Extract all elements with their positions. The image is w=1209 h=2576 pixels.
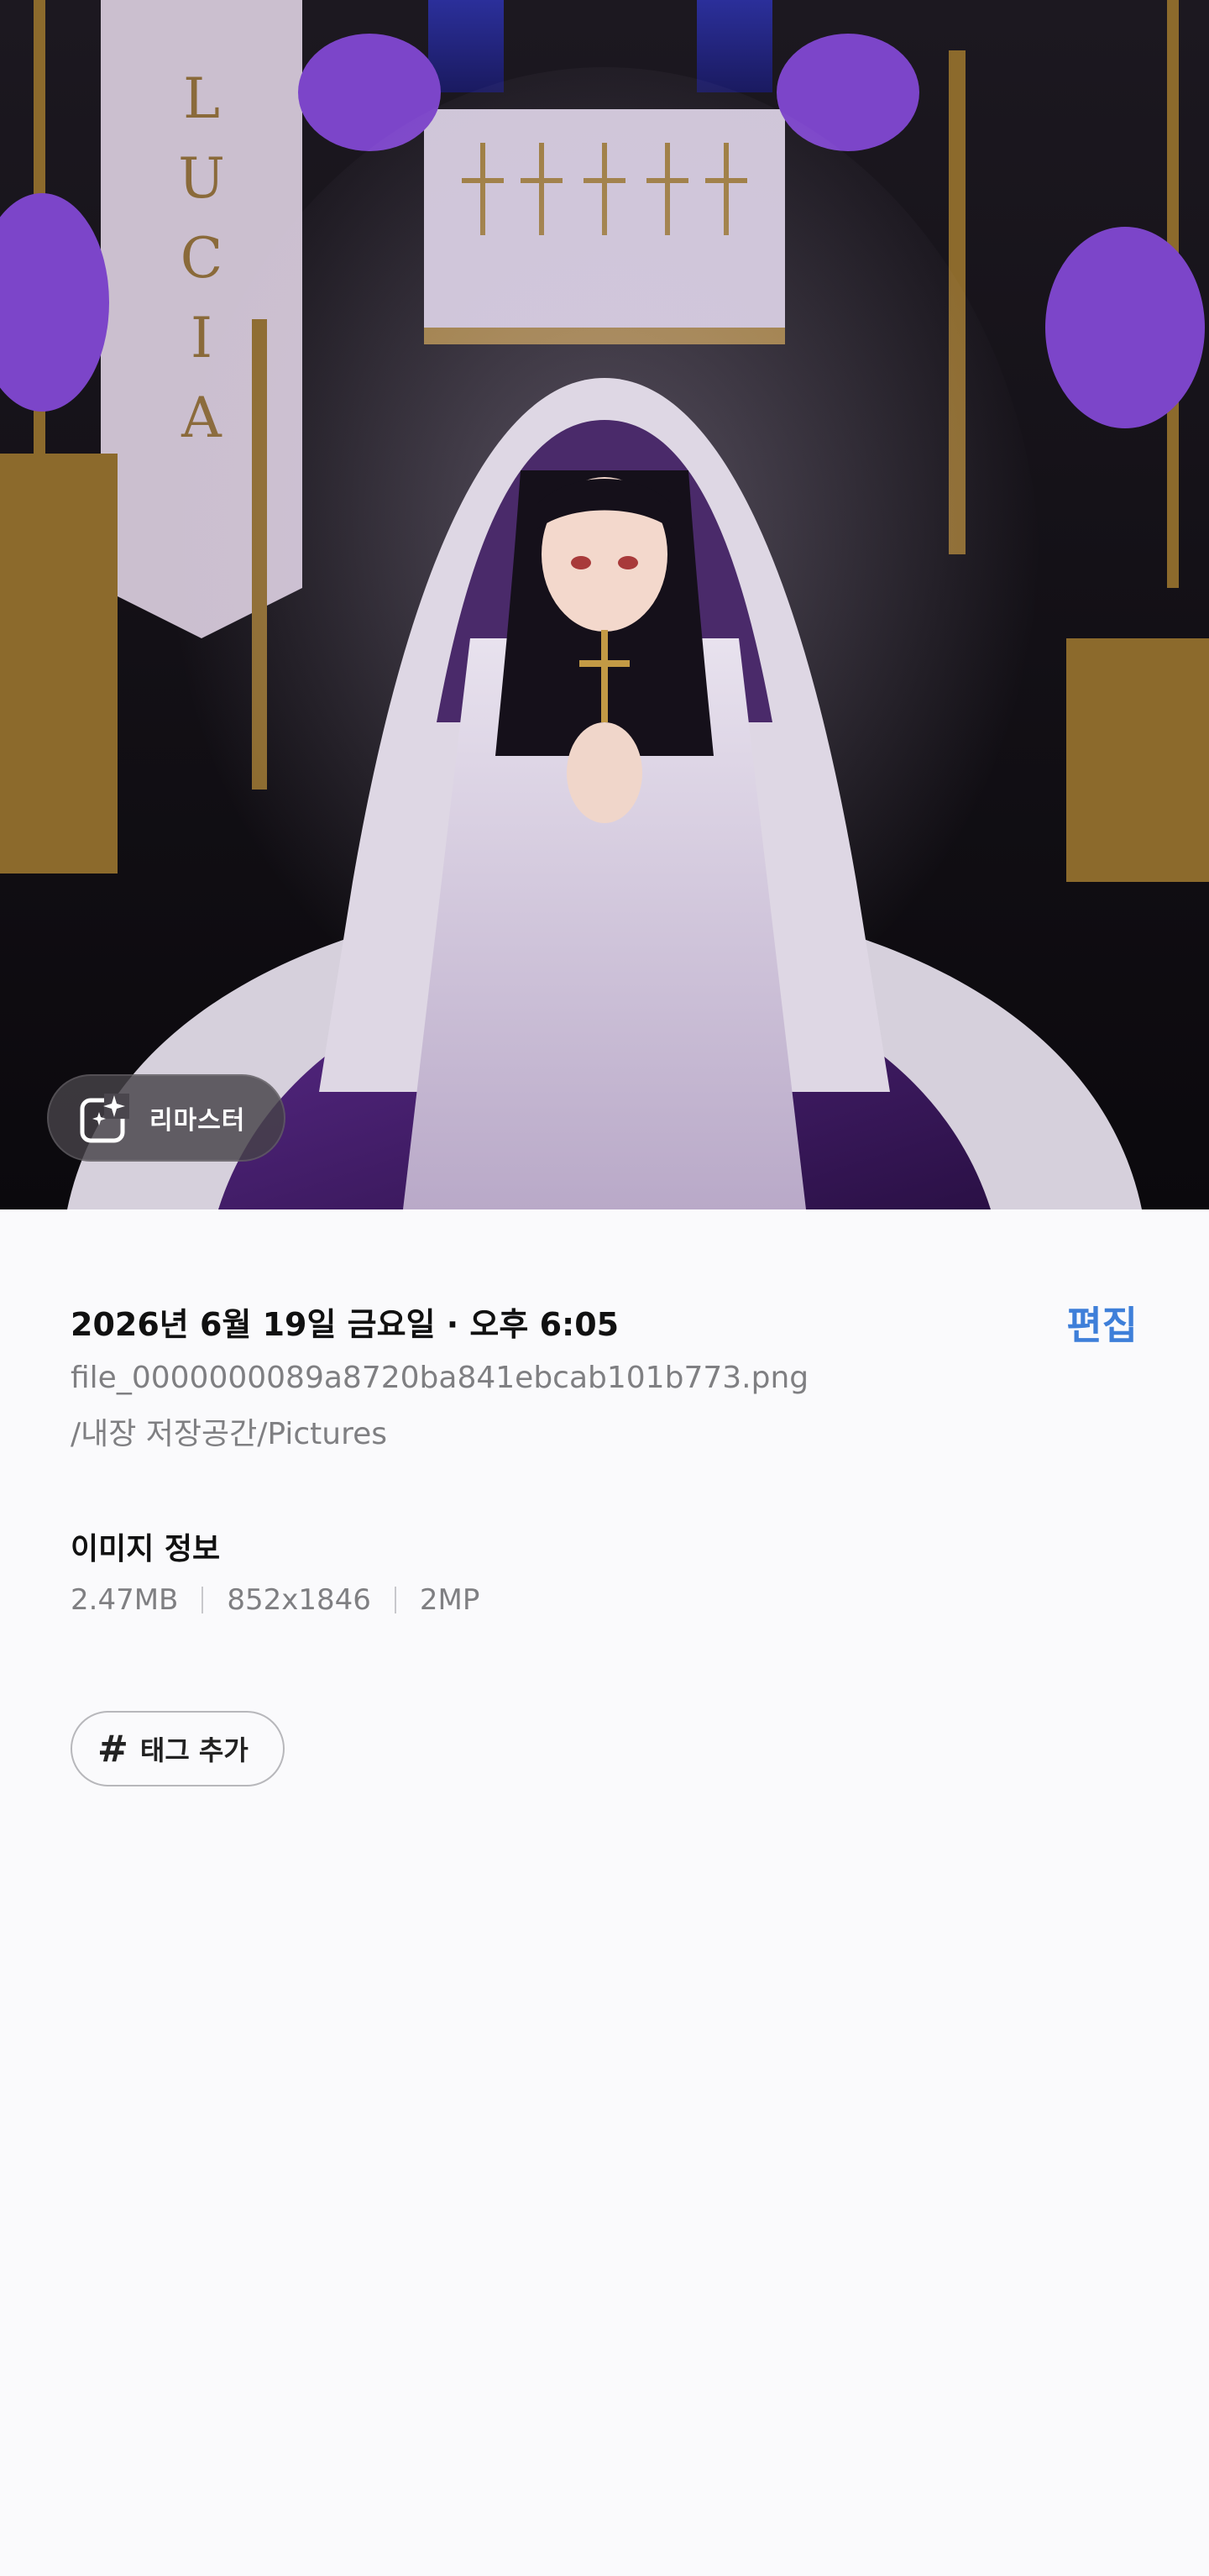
image-info-meta: 2.47MB 852x1846 2MP	[71, 1583, 479, 1617]
hashtag-icon: #	[97, 1727, 128, 1771]
add-tag-label: 태그 추가	[139, 1734, 249, 1766]
svg-text:U: U	[178, 146, 225, 211]
stained-window	[697, 0, 772, 92]
stained-window	[428, 0, 504, 92]
megapixels: 2MP	[419, 1583, 480, 1617]
file-name: file_0000000089a8720ba841ebcab101b773.pn…	[71, 1361, 809, 1395]
file-size: 2.47MB	[71, 1583, 179, 1617]
svg-text:I: I	[191, 306, 212, 370]
remaster-label: 리마스터	[149, 1106, 246, 1136]
image-info-title: 이미지 정보	[71, 1532, 221, 1566]
remaster-button[interactable]: 리마스터	[47, 1074, 285, 1162]
illustration: L U C I A	[0, 0, 1209, 1209]
svg-text:C: C	[181, 226, 223, 291]
svg-text:L: L	[183, 66, 220, 131]
remaster-sparkle-icon	[80, 1094, 129, 1143]
date-time: 2026년 6월 19일 금요일 · 오후 6:05	[71, 1306, 620, 1343]
add-tag-button[interactable]: # 태그 추가	[71, 1711, 285, 1786]
resolution: 852x1846	[227, 1583, 371, 1617]
praying-hands	[567, 722, 642, 823]
image-preview[interactable]: L U C I A	[0, 0, 1209, 1209]
edit-button[interactable]: 편집	[1066, 1295, 1138, 1351]
divider	[394, 1587, 396, 1613]
divider	[202, 1587, 204, 1613]
file-path: /내장 저장공간/Pictures	[71, 1417, 387, 1451]
